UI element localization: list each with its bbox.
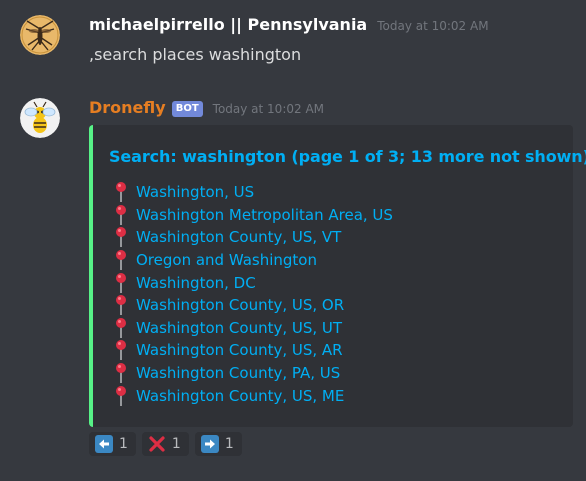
timestamp: Today at 10:02 AM — [377, 19, 489, 33]
list-item: Washington County, US, UT — [115, 317, 393, 340]
cross-mark-icon — [148, 435, 166, 453]
round-pushpin-icon — [115, 339, 127, 361]
result-link[interactable]: Washington County, US, VT — [136, 228, 341, 246]
list-item: Washington, US — [115, 181, 393, 204]
timestamp: Today at 10:02 AM — [212, 102, 325, 116]
list-item: Washington, DC — [115, 271, 393, 294]
arrow-left-icon — [95, 435, 113, 453]
list-item: Washington County, PA, US — [115, 362, 393, 385]
result-link[interactable]: Oregon and Washington — [136, 251, 317, 269]
result-link[interactable]: Washington County, US, AR — [136, 341, 343, 359]
bot-username[interactable]: Dronefly — [89, 98, 166, 117]
round-pushpin-icon — [115, 385, 127, 407]
round-pushpin-icon — [115, 249, 127, 271]
result-link[interactable]: Washington County, PA, US — [136, 364, 340, 382]
list-item: Oregon and Washington — [115, 249, 393, 272]
round-pushpin-icon — [115, 294, 127, 316]
user-avatar[interactable] — [20, 15, 60, 55]
username[interactable]: michaelpirrello || Pennsylvania — [89, 15, 367, 34]
reaction-button[interactable]: 1 — [89, 432, 136, 456]
round-pushpin-icon — [115, 362, 127, 384]
list-item: Washington County, US, ME — [115, 384, 393, 407]
result-link[interactable]: Washington Metropolitan Area, US — [136, 206, 393, 224]
results-list: Washington, US Washington Metropolitan Ar… — [115, 181, 393, 407]
embed-title[interactable]: Search: washington (page 1 of 3; 13 more… — [109, 147, 586, 166]
result-link[interactable]: Washington County, US, ME — [136, 387, 344, 405]
message-user: michaelpirrello || Pennsylvania Today at… — [0, 0, 586, 90]
result-link[interactable]: Washington, DC — [136, 274, 256, 292]
message-content: ,search places washington — [89, 45, 302, 64]
round-pushpin-icon — [115, 272, 127, 294]
reaction-button[interactable]: 1 — [194, 432, 242, 456]
list-item: Washington County, US, OR — [115, 294, 393, 317]
round-pushpin-icon — [115, 204, 127, 226]
arrow-right-icon — [200, 435, 219, 453]
round-pushpin-icon — [115, 226, 127, 248]
search-results-embed: Search: washington (page 1 of 3; 13 more… — [89, 125, 586, 427]
result-link[interactable]: Washington County, US, OR — [136, 296, 344, 314]
list-item: Washington County, US, VT — [115, 226, 393, 249]
reaction-count: 1 — [119, 436, 128, 452]
bot-badge: BOT — [171, 101, 203, 117]
reaction-count: 1 — [224, 436, 234, 452]
reaction-count: 1 — [171, 436, 181, 452]
list-item: Washington Metropolitan Area, US — [115, 204, 393, 227]
result-link[interactable]: Washington County, US, UT — [136, 319, 342, 337]
bot-avatar[interactable] — [20, 98, 60, 138]
round-pushpin-icon — [115, 317, 127, 339]
round-pushpin-icon — [115, 181, 127, 203]
reaction-button[interactable]: 1 — [141, 432, 189, 456]
result-link[interactable]: Washington, US — [136, 183, 254, 201]
reactions-bar: 1 1 1 — [89, 432, 242, 456]
list-item: Washington County, US, AR — [115, 339, 393, 362]
